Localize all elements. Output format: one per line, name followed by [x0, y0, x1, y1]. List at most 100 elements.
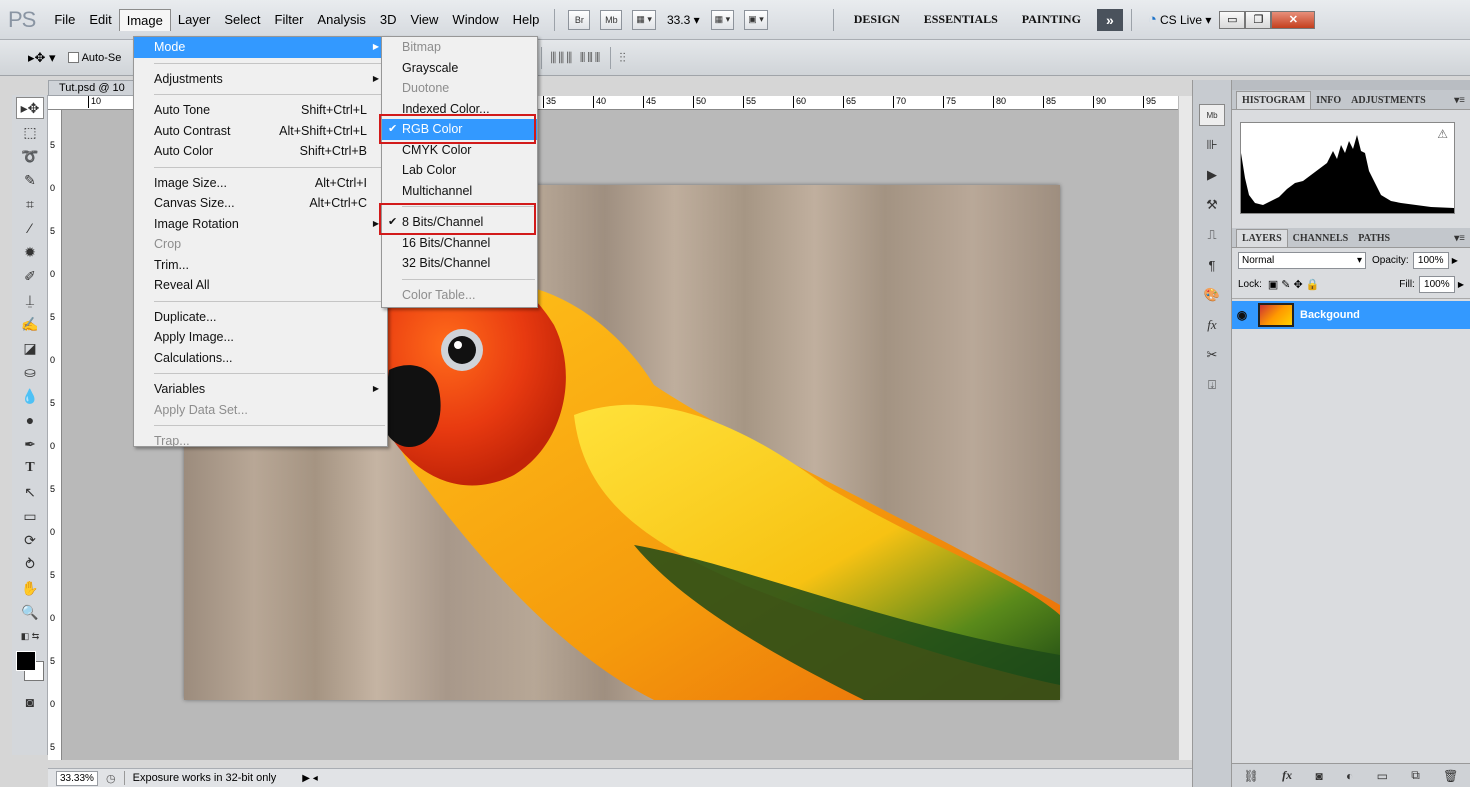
link-layers-icon[interactable]: ⛓	[1244, 769, 1259, 783]
new-layer-icon[interactable]: ⧉	[1411, 768, 1420, 783]
crop-tool-icon[interactable]: ⌗	[16, 193, 44, 215]
paragraph-icon[interactable]: ¶	[1199, 254, 1225, 276]
layers-menu-icon[interactable]: ▾≡	[1449, 230, 1470, 247]
cs-live-menu[interactable]: ◔ CS Live ▾	[1148, 11, 1211, 28]
menu-item-multichannel[interactable]: Multichannel	[382, 181, 537, 202]
view-extras-button[interactable]: ▦ ▾	[632, 9, 656, 30]
menu-item-grayscale[interactable]: Grayscale	[382, 58, 537, 79]
auto-align-button[interactable]: ⫶⫶	[619, 50, 626, 66]
fill-field[interactable]: 100%	[1418, 275, 1455, 293]
menu-item-apply-image[interactable]: Apply Image...	[134, 327, 387, 348]
blend-mode-select[interactable]: Normal ▾	[1238, 251, 1366, 269]
bridge-button[interactable]: Br	[568, 9, 591, 30]
brushes-icon[interactable]: 🎨	[1199, 284, 1225, 306]
layer-row-background[interactable]: ◉ Backgound	[1232, 301, 1470, 329]
lasso-tool-icon[interactable]: ➰	[16, 145, 44, 167]
workspace-painting[interactable]: PAINTING	[1022, 12, 1081, 27]
lock-icons[interactable]: ▣✎✥🔒	[1268, 278, 1323, 291]
clone-stamp-tool-icon[interactable]: ⍊	[16, 289, 44, 311]
menu-3d[interactable]: 3D	[373, 9, 404, 31]
arrange-documents-button[interactable]: ▦ ▾	[710, 9, 735, 30]
auto-select-checkbox[interactable]: Auto-Se	[67, 52, 121, 64]
menu-item-adjustments[interactable]: Adjustments ▶	[134, 69, 387, 90]
menu-item-auto-tone[interactable]: Auto Tone Shift+Ctrl+L	[134, 100, 387, 121]
color-swatches[interactable]	[12, 649, 47, 689]
actions-icon[interactable]: ▶	[1199, 164, 1225, 186]
menu-window[interactable]: Window	[445, 9, 505, 31]
type-tool-icon[interactable]: T	[16, 457, 44, 479]
hand-tool-icon[interactable]: ✋	[16, 577, 44, 599]
menu-item-32-bits-channel[interactable]: 32 Bits/Channel	[382, 253, 537, 274]
fill-arrow-icon[interactable]: ▶	[1458, 280, 1464, 289]
close-button[interactable]: ✕	[1271, 10, 1316, 29]
minibridge-button[interactable]: Mb	[600, 9, 623, 30]
menu-item-bitmap[interactable]: Bitmap	[382, 37, 537, 58]
paint-bucket-tool-icon[interactable]: ⛀	[16, 361, 44, 383]
fx-icon[interactable]: fx	[1282, 768, 1292, 783]
mini-bridge-icon[interactable]: Mb	[1199, 104, 1225, 126]
screen-mode-button[interactable]: ▣ ▾	[744, 9, 768, 30]
menu-view[interactable]: View	[403, 9, 445, 31]
eraser-tool-icon[interactable]: ◪	[16, 337, 44, 359]
zoom-level[interactable]: 33.3 ▾	[667, 13, 700, 27]
move-tool-preset[interactable]: ▸✥ ▾	[28, 50, 56, 66]
styles-icon[interactable]: fx	[1199, 314, 1225, 336]
3d-orbit-tool-icon[interactable]: ⥁	[16, 553, 44, 575]
opacity-field[interactable]: 100%	[1412, 251, 1449, 269]
zoom-tool-icon[interactable]: 🔍	[16, 601, 44, 623]
tab-histogram[interactable]: HISTOGRAM	[1236, 91, 1312, 109]
menu-item-mode[interactable]: Mode ▶	[134, 37, 387, 58]
menu-item-lab-color[interactable]: Lab Color	[382, 160, 537, 181]
healing-brush-tool-icon[interactable]: ✹	[16, 241, 44, 263]
eyedropper-tool-icon[interactable]: ⁄	[16, 217, 44, 239]
eye-icon[interactable]: ◉	[1232, 308, 1252, 322]
shape-tool-icon[interactable]: ▭	[16, 505, 44, 527]
menu-filter[interactable]: Filter	[268, 9, 311, 31]
more-workspaces-button[interactable]: »	[1096, 8, 1123, 31]
3d-rotate-tool-icon[interactable]: ⟳	[16, 529, 44, 551]
menu-item-canvas-size[interactable]: Canvas Size... Alt+Ctrl+C	[134, 193, 387, 214]
tool-presets-icon[interactable]: ⚒	[1199, 194, 1225, 216]
tab-channels[interactable]: CHANNELS	[1288, 230, 1354, 247]
clone-source-icon[interactable]: ⎍	[1199, 224, 1225, 246]
menu-item-image-size[interactable]: Image Size... Alt+Ctrl+I	[134, 173, 387, 194]
tab-paths[interactable]: PATHS	[1353, 230, 1395, 247]
menu-item-duotone[interactable]: Duotone	[382, 78, 537, 99]
menu-item-reveal-all[interactable]: Reveal All	[134, 275, 387, 296]
menu-item-16-bits-channel[interactable]: 16 Bits/Channel	[382, 233, 537, 254]
path-selection-tool-icon[interactable]: ↖	[16, 481, 44, 503]
quick-mask-icon[interactable]: ◙	[16, 691, 44, 713]
menu-file[interactable]: File	[47, 9, 82, 31]
move-tool-icon[interactable]: ▸✥	[16, 97, 44, 119]
foreground-color[interactable]	[16, 651, 36, 671]
menu-item-trap[interactable]: Trap...	[134, 431, 387, 452]
menu-item-image-rotation[interactable]: Image Rotation ▶	[134, 214, 387, 235]
document-tab[interactable]: Tut.psd @ 10	[48, 80, 138, 96]
add-mask-icon[interactable]: ◙	[1315, 769, 1322, 783]
new-group-icon[interactable]: ▭	[1377, 769, 1388, 783]
menu-item-auto-color[interactable]: Auto Color Shift+Ctrl+B	[134, 141, 387, 162]
minimize-button[interactable]: ▭	[1219, 10, 1246, 29]
menu-item-trim[interactable]: Trim...	[134, 255, 387, 276]
menu-item-auto-contrast[interactable]: Auto Contrast Alt+Shift+Ctrl+L	[134, 121, 387, 142]
vertical-scrollbar[interactable]	[1178, 96, 1192, 760]
history-icon[interactable]: ⊪	[1199, 134, 1225, 156]
tab-info[interactable]: INFO	[1311, 92, 1346, 109]
restore-button[interactable]: ❐	[1245, 10, 1272, 29]
adjustment-layer-icon[interactable]: ◐	[1346, 769, 1353, 783]
menu-item-crop[interactable]: Crop	[134, 234, 387, 255]
menu-item-duplicate[interactable]: Duplicate...	[134, 307, 387, 328]
menu-item-variables[interactable]: Variables ▶	[134, 379, 387, 400]
tab-adjustments[interactable]: ADJUSTMENTS	[1346, 92, 1430, 109]
delete-layer-icon[interactable]: 🗑	[1443, 769, 1458, 783]
workspace-design[interactable]: DESIGN	[854, 12, 900, 27]
status-menu-arrow[interactable]: ▶ ◂	[302, 773, 318, 784]
menu-item-apply-data-set[interactable]: Apply Data Set...	[134, 400, 387, 421]
menu-help[interactable]: Help	[506, 9, 547, 31]
layer-name[interactable]: Backgound	[1300, 309, 1360, 321]
menu-analysis[interactable]: Analysis	[310, 9, 372, 31]
workspace-essentials[interactable]: ESSENTIALS	[924, 12, 998, 27]
menu-select[interactable]: Select	[217, 9, 267, 31]
blur-tool-icon[interactable]: 💧	[16, 385, 44, 407]
dodge-tool-icon[interactable]: ●	[16, 409, 44, 431]
